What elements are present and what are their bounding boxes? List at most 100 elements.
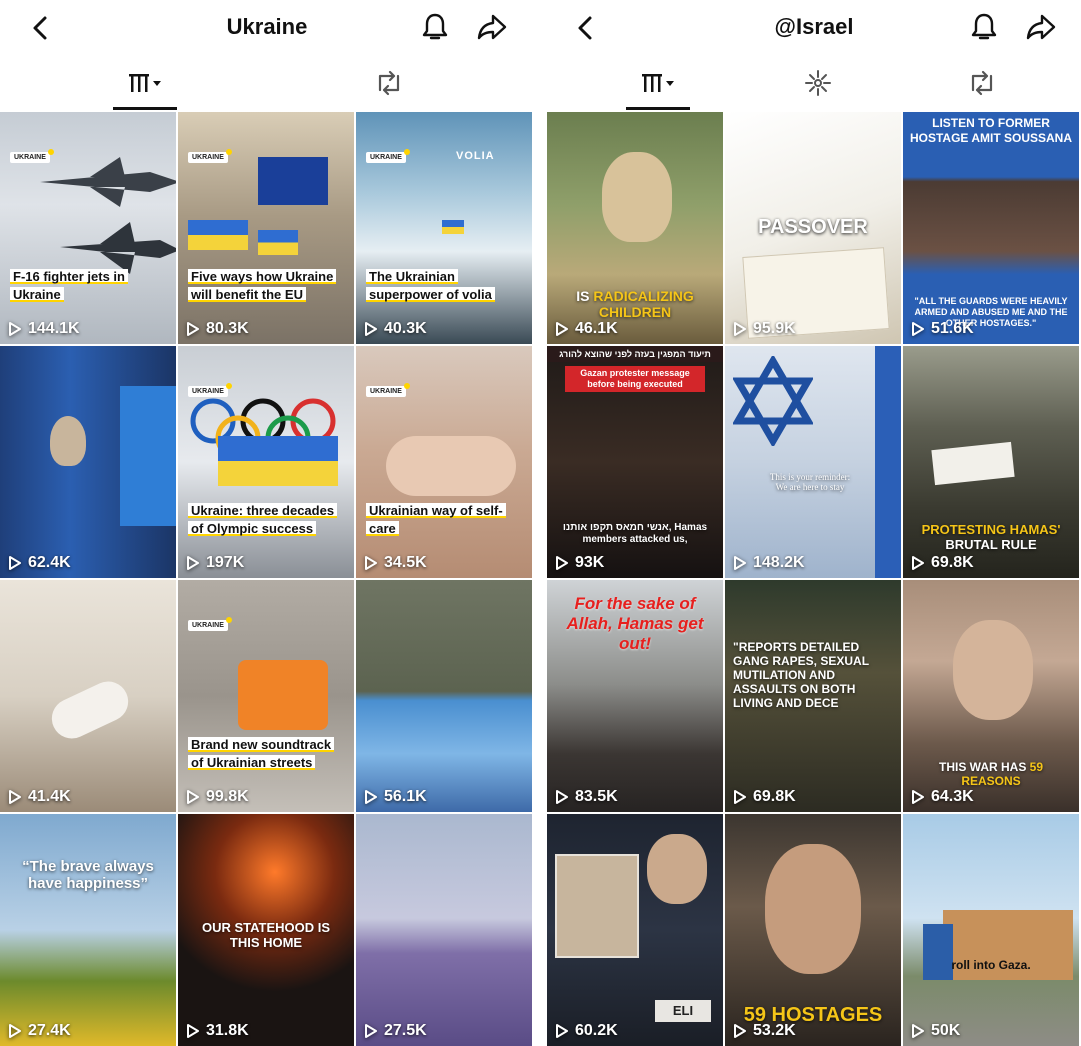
video-tile[interactable]: UKRAINE Five ways how Ukraine will benef…	[178, 112, 354, 344]
video-tile[interactable]: This is your reminder: We are here to st…	[725, 346, 901, 578]
video-tile[interactable]: For the sake of Allah, Hamas get out! 83…	[547, 580, 723, 812]
content-tabs	[0, 56, 534, 112]
tile-caption: F-16 fighter jets in Ukraine	[10, 268, 168, 304]
video-tile[interactable]: “The brave always have happiness” 27.4K	[0, 814, 176, 1046]
view-count: 41.4K	[8, 788, 71, 806]
tile-sub-text: Gazan protester message before being exe…	[565, 366, 705, 392]
view-count: 95.9K	[733, 320, 796, 338]
bell-icon	[422, 13, 448, 40]
tab-reposts[interactable]	[947, 56, 1017, 110]
grid-sort-icon	[129, 74, 161, 92]
grid-sort-icon	[642, 74, 674, 92]
notifications-button[interactable]	[418, 10, 452, 44]
tab-videos[interactable]	[623, 56, 693, 110]
view-count: 144.1K	[8, 320, 80, 338]
video-tile[interactable]: OUR STATEHOOD IS THIS HOME 31.8K	[178, 814, 354, 1046]
view-count: 62.4K	[8, 554, 71, 572]
video-tile[interactable]: PASSOVER 95.9K	[725, 112, 901, 344]
teddy-bear	[50, 416, 86, 466]
tile-caption: Brand new soundtrack of Ukrainian street…	[188, 736, 346, 772]
video-tile[interactable]: תיעוד המפגין בעזה לפני שהוצא להורג Gazan…	[547, 346, 723, 578]
video-tile[interactable]: PROTESTING HAMAS' BRUTAL RULE 69.8K	[903, 346, 1079, 578]
view-count: 50K	[911, 1022, 960, 1040]
video-tile[interactable]: 56.1K	[356, 580, 532, 812]
tile-top-text: תיעוד המפגין בעזה לפני שהוצא להורג	[547, 346, 723, 362]
video-tile[interactable]: UKRAINE Brand new soundtrack of Ukrainia…	[178, 580, 354, 812]
video-tile[interactable]: ELI 60.2K	[547, 814, 723, 1046]
portrait-face	[953, 620, 1033, 720]
content-tabs	[547, 56, 1081, 112]
video-tile[interactable]: 59 HOSTAGES 53.2K	[725, 814, 901, 1046]
play-icon	[556, 790, 568, 804]
view-count: 83.5K	[555, 788, 618, 806]
play-icon	[9, 556, 21, 570]
hostage-face	[765, 844, 861, 974]
play-icon	[9, 322, 21, 336]
play-icon	[912, 322, 924, 336]
video-tile[interactable]: 41.4K	[0, 580, 176, 812]
notifications-button[interactable]	[967, 10, 1001, 44]
view-count: 51.6K	[911, 320, 974, 338]
ukraine-logo: UKRAINE	[10, 149, 54, 163]
ukraine-logo: UKRAINE	[188, 149, 232, 163]
bell-icon	[971, 13, 997, 40]
tab-reposts[interactable]	[354, 56, 424, 110]
play-icon	[912, 1024, 924, 1038]
play-icon	[734, 322, 746, 336]
ukraine-flag	[188, 220, 248, 250]
generator	[238, 660, 328, 730]
hands	[386, 436, 516, 496]
profile-title: Ukraine	[226, 14, 308, 39]
view-count: 93K	[555, 554, 604, 572]
view-count: 148.2K	[733, 554, 805, 572]
profile-title: @Israel	[774, 14, 854, 39]
video-tile[interactable]: THIS WAR HAS 59 REASONS 64.3K	[903, 580, 1079, 812]
speaker-face	[647, 834, 707, 904]
israel-profile-panel: @Israel IS RADICALIZING CHILDREN 46.1K P…	[547, 0, 1081, 1046]
video-tile[interactable]: UKRAINE Ukrainian way of self-care 34.5K	[356, 346, 532, 578]
share-arrow-icon	[1026, 14, 1056, 40]
video-grid: IS RADICALIZING CHILDREN 46.1K PASSOVER …	[547, 112, 1081, 1046]
tile-overlay-text: PROTESTING HAMAS' BRUTAL RULE	[921, 522, 1061, 552]
view-count: 53.2K	[733, 1022, 796, 1040]
view-count: 27.4K	[8, 1022, 71, 1040]
play-icon	[187, 790, 199, 804]
star-of-david-icon	[733, 356, 813, 446]
play-icon	[556, 322, 568, 336]
view-count: 69.8K	[733, 788, 796, 806]
play-icon	[734, 556, 746, 570]
held-photo	[555, 854, 639, 958]
tab-effects[interactable]	[783, 56, 853, 110]
video-tile[interactable]: "REPORTS DETAILED GANG RAPES, SEXUAL MUT…	[725, 580, 901, 812]
share-button[interactable]	[474, 10, 510, 44]
volia-brand: VOLIA	[456, 150, 495, 162]
play-icon	[187, 556, 199, 570]
play-icon	[365, 322, 377, 336]
ukraine-logo: UKRAINE	[188, 383, 232, 397]
back-button[interactable]	[569, 12, 601, 44]
video-tile[interactable]: UKRAINE Ukraine: three decades of Olympi…	[178, 346, 354, 578]
play-icon	[187, 322, 199, 336]
video-tile[interactable]: IS RADICALIZING CHILDREN 46.1K	[547, 112, 723, 344]
view-count: 80.3K	[186, 320, 249, 338]
tile-caption: The Ukrainian superpower of volia	[366, 268, 524, 304]
view-count: 60.2K	[555, 1022, 618, 1040]
play-icon	[734, 1024, 746, 1038]
video-tile[interactable]: 27.5K	[356, 814, 532, 1046]
ukraine-logo: UKRAINE	[366, 383, 410, 397]
tab-videos[interactable]	[110, 56, 180, 110]
video-tile[interactable]: UKRAINE F-16 fighter jets in Ukraine 144…	[0, 112, 176, 344]
play-icon	[912, 556, 924, 570]
video-tile[interactable]: LISTEN TO FORMER HOSTAGE AMIT SOUSSANA "…	[903, 112, 1079, 344]
video-tile[interactable]: roll into Gaza. 50K	[903, 814, 1079, 1046]
chevron-left-icon	[578, 16, 592, 40]
repost-icon	[378, 70, 400, 96]
video-tile[interactable]: 62.4K	[0, 346, 176, 578]
back-button[interactable]	[24, 12, 56, 44]
repost-icon	[971, 70, 993, 96]
share-button[interactable]	[1023, 10, 1059, 44]
play-icon	[556, 1024, 568, 1038]
video-tile[interactable]: UKRAINE VOLIA The Ukrainian superpower o…	[356, 112, 532, 344]
tile-overlay-text: roll into Gaza.	[951, 958, 1031, 972]
tile-caption: Ukraine: three decades of Olympic succes…	[188, 502, 346, 538]
